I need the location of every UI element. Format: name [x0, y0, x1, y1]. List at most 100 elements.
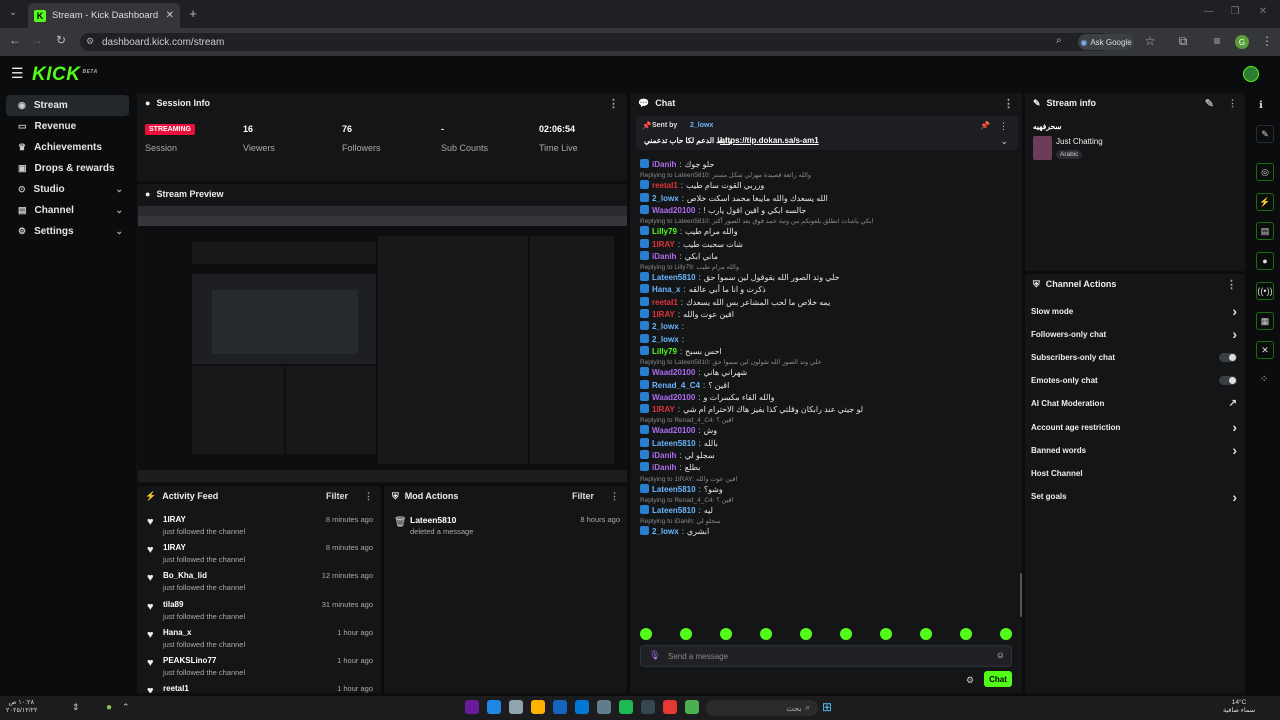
info-rail-icon[interactable]: ℹ — [1259, 100, 1263, 111]
terminal-icon[interactable] — [619, 700, 633, 714]
browser-tab[interactable]: K Stream - Kick Dashboard ✕ — [28, 3, 180, 28]
chat-username[interactable]: 2_lowx — [652, 194, 679, 203]
chat-username[interactable]: Lateen5810 — [652, 506, 696, 515]
emote-icon[interactable] — [960, 628, 972, 640]
channel-action-set-goals[interactable]: Set goals › — [1031, 487, 1237, 507]
kick-logo[interactable]: KICK BETA — [32, 64, 98, 86]
channel-action-slow-mode[interactable]: Slow mode › — [1031, 301, 1237, 321]
pinned-more-icon[interactable]: ⋮ — [999, 121, 1008, 132]
mod-action-user[interactable]: Lateen5810 — [410, 515, 456, 525]
sidebar-item-achievements[interactable]: ♛ Achievements — [6, 137, 129, 158]
chat-username[interactable]: Lateen5810 — [652, 439, 696, 448]
chrome-icon[interactable] — [663, 700, 677, 714]
reply-context[interactable]: Replying to Lateen5810: ابكي ياشات انطلق… — [640, 217, 873, 225]
chat-username[interactable]: Waad20100 — [652, 393, 695, 402]
edit-rail-icon[interactable]: ✎ — [1256, 125, 1274, 143]
close-window-icon[interactable]: ✕ — [1254, 6, 1272, 17]
pinned-link[interactable]: https://tip.dokan.sa/s-am1 — [720, 136, 819, 145]
profile-avatar[interactable]: G — [1235, 35, 1249, 49]
hamburger-menu-icon[interactable]: ☰ — [11, 65, 24, 82]
chat-username[interactable]: iDanih — [652, 252, 676, 261]
microphone-icon[interactable]: 🎙 — [649, 650, 660, 661]
channel-action-ai-chat-moderation[interactable]: AI Chat Moderation ↗ — [1031, 394, 1237, 414]
chat-username[interactable]: 2_lowx — [652, 322, 679, 331]
reply-context[interactable]: Replying to Lateen5810: خلي وتد الصور ال… — [640, 358, 821, 366]
emote-icon[interactable] — [880, 628, 892, 640]
emote-icon[interactable] — [640, 628, 652, 640]
chat-username[interactable]: iDanih — [652, 463, 676, 472]
stream-preview-video[interactable] — [138, 206, 627, 482]
chat-username[interactable]: 1IRAY — [652, 240, 675, 249]
mod-filter-button[interactable]: Filter — [572, 491, 594, 501]
edit-stream-info-icon[interactable]: ✎ — [1205, 97, 1214, 110]
channel-action-host-channel[interactable]: Host Channel — [1031, 463, 1237, 483]
tray-chevron-icon[interactable]: ⌃ — [122, 702, 130, 713]
chat-username[interactable]: Renad_4_C4 — [652, 381, 700, 390]
chat-settings-gear-icon[interactable]: ⚙ — [966, 675, 974, 686]
chat-rail-icon[interactable]: ● — [1256, 252, 1274, 270]
emote-icon[interactable] — [760, 628, 772, 640]
chat-username[interactable]: iDanih — [652, 451, 676, 460]
chat-send-button[interactable]: Chat — [984, 671, 1012, 687]
user-avatar[interactable] — [1243, 66, 1259, 82]
browser-menu-icon[interactable]: ⋮ — [1258, 34, 1276, 48]
activity-user[interactable]: Hana_x — [163, 628, 191, 637]
chat-username[interactable]: Lateen5810 — [652, 273, 696, 282]
chat-username[interactable]: Waad20100 — [652, 426, 695, 435]
sidebar-item-drops-rewards[interactable]: ▣ Drops & rewards — [6, 158, 129, 179]
toggle-switch[interactable] — [1219, 376, 1237, 386]
chat-username[interactable]: Hana_x — [652, 285, 680, 294]
notification-icon[interactable]: ⇕ — [72, 702, 80, 713]
activity-user[interactable]: 1IRAY — [163, 543, 186, 552]
stream-info-more-icon[interactable]: ⋮ — [1228, 98, 1237, 109]
reply-context[interactable]: Replying to Lilly79: والله مرام طيب — [640, 263, 739, 271]
sidebar-item-revenue[interactable]: ▭ Revenue — [6, 116, 129, 137]
activity-user[interactable]: 1IRAY — [163, 515, 186, 524]
forward-icon[interactable]: → — [28, 33, 46, 47]
windows-start-icon[interactable]: ⊞ — [822, 700, 832, 714]
address-bar[interactable]: ⚙ dashboard.kick.com/stream ⌕ — [80, 33, 1110, 51]
extensions-icon[interactable]: ⧉ — [1174, 34, 1192, 49]
toggle-switch[interactable] — [1219, 352, 1237, 362]
tray-app-icon[interactable]: ● — [106, 702, 112, 713]
minimize-icon[interactable]: — — [1200, 6, 1218, 17]
activity-user[interactable]: reetal1 — [163, 684, 189, 693]
chevron-down-icon[interactable]: ⌄ — [1000, 136, 1008, 147]
zoom-icon[interactable]: ⌕ — [1056, 35, 1062, 46]
activity-filter-button[interactable]: Filter — [326, 491, 348, 501]
chat-username[interactable]: reetal1 — [652, 298, 678, 307]
chat-username[interactable]: Lateen5810 — [652, 485, 696, 494]
activity-user[interactable]: Bo_Kha_lid — [163, 571, 207, 580]
tab-search-icon[interactable]: ⌄ — [4, 7, 22, 18]
reload-icon[interactable]: ↻ — [52, 33, 70, 47]
steam-icon[interactable] — [575, 700, 589, 714]
chat-username[interactable]: Lilly79 — [652, 227, 677, 236]
session-more-icon[interactable]: ⋮ — [608, 97, 619, 110]
explorer-icon[interactable] — [487, 700, 501, 714]
reply-context[interactable]: Replying to 1IRAY: اقين عوت والله — [640, 475, 737, 483]
emote-icon[interactable] — [800, 628, 812, 640]
activity-user[interactable]: tila89 — [163, 600, 183, 609]
site-info-icon[interactable]: ⚙ — [86, 36, 94, 47]
reply-context[interactable]: Replying to Renad_4_C4: اقين ؟ — [640, 496, 733, 504]
channel-actions-more-icon[interactable]: ⋮ — [1226, 278, 1237, 291]
channel-action-account-age-restriction[interactable]: Account age restriction › — [1031, 417, 1237, 437]
reply-context[interactable]: Replying to iDanih: سجلو لي — [640, 517, 721, 525]
edge-icon[interactable] — [553, 700, 567, 714]
unpin-icon[interactable]: 📌 — [980, 121, 990, 130]
app-icon[interactable] — [685, 700, 699, 714]
mod-more-icon[interactable]: ⋮ — [610, 491, 619, 502]
chat-username[interactable]: Waad20100 — [652, 368, 695, 377]
pinned-by-user[interactable]: 2_lowx — [690, 122, 713, 129]
activity-more-icon[interactable]: ⋮ — [364, 491, 373, 502]
chat-username[interactable]: 2_lowx — [652, 335, 679, 344]
target-rail-icon[interactable]: ◎ — [1256, 163, 1274, 181]
category-name[interactable]: Just Chatting — [1056, 137, 1103, 146]
chat-username[interactable]: 1IRAY — [652, 405, 675, 414]
sidebar-item-channel[interactable]: ▤ Channel ⌄ — [6, 200, 129, 221]
emote-icon[interactable] — [840, 628, 852, 640]
clipboard-rail-icon[interactable]: ▤ — [1256, 222, 1274, 240]
record-icon[interactable] — [641, 700, 655, 714]
ask-google-button[interactable]: ◉ Ask Google — [1078, 34, 1134, 50]
chat-username[interactable]: reetal1 — [652, 181, 678, 190]
